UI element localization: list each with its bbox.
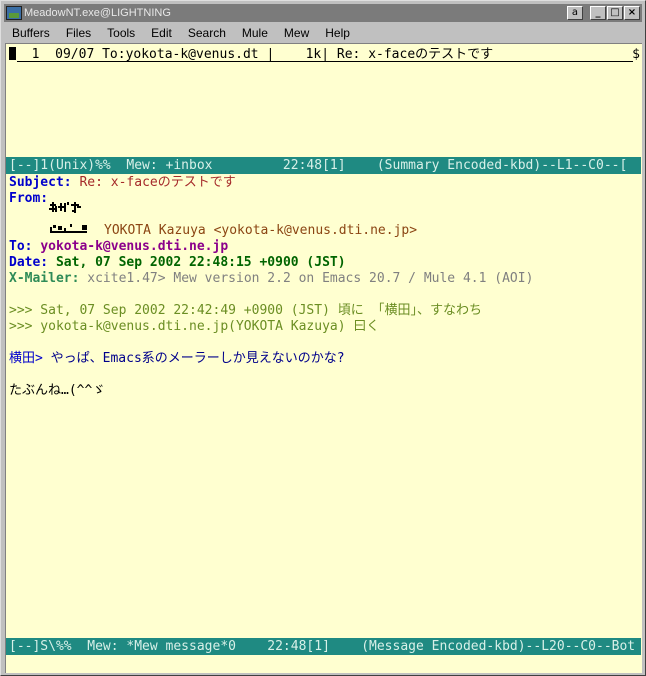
- reply-text: たぶんね…(^^ゞ: [9, 383, 106, 398]
- menu-help[interactable]: Help: [317, 26, 358, 40]
- from-value: YOKOTA Kazuya <yokota-k@venus.dti.ne.jp>: [104, 223, 418, 238]
- to-value: yokota-k@venus.dti.ne.jp: [40, 239, 229, 254]
- menu-mew[interactable]: Mew: [276, 26, 317, 40]
- date-value: Sat, 07 Sep 2002 22:48:15 +0900 (JST): [55, 255, 346, 270]
- window-title: MeadowNT.exe@LIGHTNING: [24, 7, 171, 19]
- text-cursor: [9, 47, 16, 60]
- citation-line-2: >>> yokota-k@venus.dti.ne.jp(YOKOTA Kazu…: [9, 319, 380, 334]
- summary-mode-line[interactable]: [--]1(Unix)%% Mew: +inbox 22:48[1] (Summ…: [6, 157, 641, 174]
- xmailer-value: xcite1.47> Mew version 2.2 on Emacs 20.7…: [87, 271, 534, 286]
- close-button[interactable]: ×: [624, 6, 640, 20]
- xmailer-header: X-Mailer: xcite1.47> Mew version 2.2 on …: [9, 271, 533, 287]
- menu-tools[interactable]: Tools: [99, 26, 143, 40]
- minimize-button[interactable]: _: [590, 6, 606, 20]
- from-label: From:: [9, 191, 49, 206]
- x-face-image: [49, 202, 87, 233]
- quote-prefix: 横田>: [9, 351, 43, 366]
- meadow-window: MeadowNT.exe@LIGHTNING a _ □ × Buffers F…: [0, 0, 646, 676]
- date-header: Date: Sat, 07 Sep 2002 22:48:15 +0900 (J…: [9, 255, 346, 271]
- title-bar[interactable]: MeadowNT.exe@LIGHTNING a _ □ ×: [4, 4, 642, 22]
- summary-underline: [17, 61, 633, 62]
- subject-value: Re: x-faceのテストです: [79, 175, 236, 190]
- maximize-button[interactable]: □: [607, 6, 623, 20]
- menu-search[interactable]: Search: [180, 26, 234, 40]
- quoted-line: 横田> やっぱ、Emacs系のメーラーしか見えないのかな?: [9, 351, 345, 367]
- citation-line-1: >>> Sat, 07 Sep 2002 22:42:49 +0900 (JST…: [9, 303, 483, 318]
- xmailer-label: X-Mailer:: [9, 271, 80, 286]
- from-header-label: From:: [9, 191, 48, 207]
- menu-bar: Buffers Files Tools Edit Search Mule Mew…: [4, 23, 642, 42]
- message-mode-line[interactable]: [--]S\%% Mew: *Mew message*0 22:48[1] (M…: [6, 638, 641, 655]
- menu-edit[interactable]: Edit: [143, 26, 180, 40]
- subject-label: Subject:: [9, 175, 72, 190]
- emacs-frame[interactable]: 1 09/07 To:yokota-k@venus.dt | 1k| Re: x…: [5, 43, 642, 673]
- ime-button[interactable]: a: [567, 6, 583, 20]
- quoted-text: やっぱ、Emacs系のメーラーしか見えないのかな?: [42, 351, 345, 366]
- menu-files[interactable]: Files: [58, 26, 99, 40]
- to-label: To:: [9, 239, 33, 254]
- menu-buffers[interactable]: Buffers: [4, 26, 58, 40]
- line-continuation-marker: $: [632, 47, 640, 62]
- meadow-app-icon[interactable]: [6, 6, 22, 20]
- date-label: Date:: [9, 255, 49, 270]
- subject-header: Subject: Re: x-faceのテストです: [9, 175, 236, 191]
- summary-line-text: 1 09/07 To:yokota-k@venus.dt | 1k| Re: x…: [16, 47, 494, 62]
- menu-mule[interactable]: Mule: [234, 26, 276, 40]
- to-header: To: yokota-k@venus.dti.ne.jp: [9, 239, 228, 255]
